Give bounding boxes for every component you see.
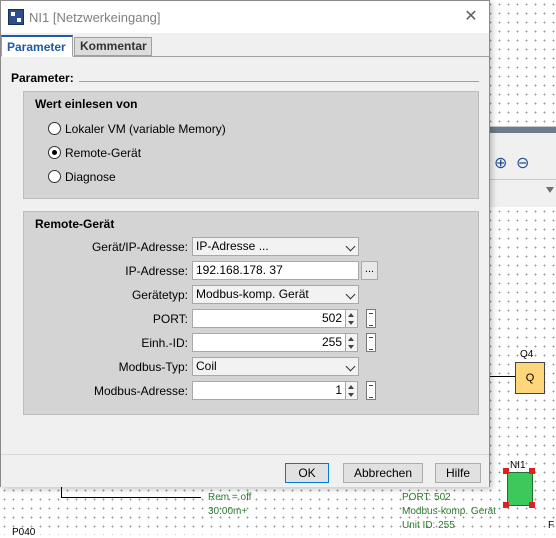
modbus-address-parameter-button[interactable]	[366, 381, 376, 400]
port-label: PORT:	[152, 312, 188, 326]
block-label: P040	[12, 527, 36, 538]
radio-button[interactable]	[48, 122, 61, 135]
block-note: 30:00m+	[208, 506, 248, 517]
radio-button[interactable]	[48, 170, 61, 183]
parameter-heading: Parameter:	[11, 71, 74, 85]
unit-id-parameter-button[interactable]	[366, 333, 376, 352]
ip-address-input[interactable]: 192.168.178. 37	[192, 261, 359, 280]
device-ip-label: Gerät/IP-Adresse:	[91, 240, 188, 254]
block-note: PORT: 502	[402, 492, 451, 503]
output-block-q4[interactable]: Q	[515, 362, 545, 394]
device-type-select[interactable]: Modbus-komp. Gerät	[192, 285, 359, 304]
port-input[interactable]: 502	[192, 309, 346, 328]
chevron-down-icon	[345, 289, 356, 300]
group-title: Remote-Gerät	[35, 217, 115, 231]
block-note: Unit ID: 255	[402, 520, 455, 531]
connection-wire	[61, 497, 201, 498]
modbus-address-spinner[interactable]	[345, 381, 358, 400]
selection-handle[interactable]	[503, 502, 509, 508]
heading-divider	[79, 81, 479, 82]
network-input-block-ni1[interactable]	[507, 472, 533, 506]
tab-comment[interactable]: Kommentar	[74, 37, 152, 56]
radio-label: Diagnose	[65, 170, 116, 184]
device-type-label: Gerätetyp:	[131, 288, 188, 302]
device-ip-value: IP-Adresse ...	[196, 239, 269, 253]
chevron-down-icon	[345, 241, 356, 252]
unit-id-label: Einh.-ID:	[141, 336, 188, 350]
read-value-group: Wert einlesen von Lokaler VM (variable M…	[23, 91, 479, 199]
tab-parameter[interactable]: Parameter	[1, 35, 73, 57]
background-toolbar: ⊕ ⊖	[490, 126, 556, 207]
group-title: Wert einlesen von	[35, 97, 138, 111]
remote-device-group: Remote-Gerät Gerät/IP-Adresse: IP-Adress…	[23, 211, 479, 415]
modbus-type-value: Coil	[196, 359, 217, 373]
window-title: NI1 [Netzwerkeingang]	[29, 10, 161, 25]
device-ip-select[interactable]: IP-Adresse ...	[192, 237, 359, 256]
radio-label: Lokaler VM (variable Memory)	[65, 122, 226, 136]
ni1-label: NI1	[510, 460, 526, 471]
modbus-address-input[interactable]: 1	[192, 381, 346, 400]
block-label: F	[548, 520, 555, 531]
ip-browse-button[interactable]: ...	[361, 261, 378, 280]
selection-handle[interactable]	[529, 502, 535, 508]
port-spinner[interactable]	[345, 309, 358, 328]
close-button[interactable]: ✕	[459, 6, 483, 28]
toolbar-strip	[490, 127, 556, 133]
title-bar[interactable]: NI1 [Netzwerkeingang] ✕	[1, 1, 489, 33]
app-icon	[8, 9, 24, 25]
help-button[interactable]: Hilfe	[435, 463, 481, 483]
tab-bar: Parameter Kommentar	[1, 35, 489, 57]
zoom-out-icon[interactable]: ⊖	[516, 153, 529, 173]
toolbar-divider	[490, 179, 556, 180]
modbus-type-label: Modbus-Typ:	[118, 360, 188, 374]
zoom-in-icon[interactable]: ⊕	[494, 153, 507, 173]
ok-button[interactable]: OK	[285, 463, 329, 483]
connection-wire	[490, 376, 515, 377]
dropdown-arrow-icon[interactable]	[546, 187, 554, 193]
port-parameter-button[interactable]	[366, 309, 376, 328]
radio-label: Remote-Gerät	[65, 146, 142, 160]
modbus-address-label: Modbus-Adresse:	[93, 384, 188, 398]
device-type-value: Modbus-komp. Gerät	[196, 287, 309, 301]
dialog-button-bar: OK Abbrechen Hilfe	[1, 454, 489, 487]
selection-handle[interactable]	[503, 468, 509, 474]
unit-id-input[interactable]: 255	[192, 333, 346, 352]
modbus-type-select[interactable]: Coil	[192, 357, 359, 376]
radio-button[interactable]	[48, 146, 61, 159]
parameter-dialog: NI1 [Netzwerkeingang] ✕ Parameter Kommen…	[0, 0, 490, 487]
chevron-down-icon	[345, 361, 356, 372]
block-note: Modbus-komp. Gerät	[402, 506, 496, 517]
selection-handle[interactable]	[529, 468, 535, 474]
ip-address-label: IP-Adresse:	[125, 264, 188, 278]
block-note: Rem = off	[208, 492, 252, 503]
cancel-button[interactable]: Abbrechen	[343, 463, 423, 483]
q4-label: Q4	[520, 349, 534, 360]
unit-id-spinner[interactable]	[345, 333, 358, 352]
